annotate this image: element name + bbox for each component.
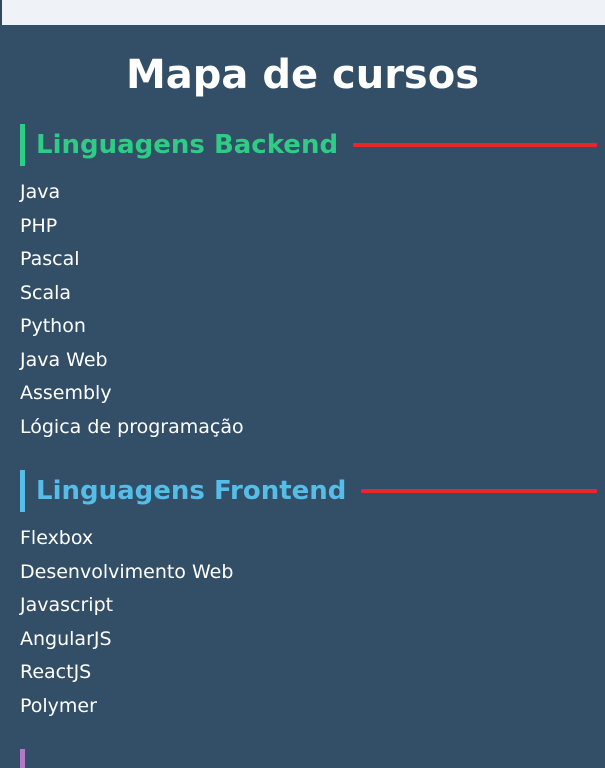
section-header-backend: Linguagens Backend xyxy=(0,124,605,166)
course-list-frontend: Flexbox Desenvolvimento Web Javascript A… xyxy=(0,522,605,723)
section-frontend: Linguagens Frontend Flexbox Desenvolvime… xyxy=(0,470,605,723)
list-item[interactable]: Desenvolvimento Web xyxy=(20,556,605,590)
list-item[interactable]: Javascript xyxy=(20,589,605,623)
list-item[interactable]: Java xyxy=(20,176,605,210)
course-list-backend: Java PHP Pascal Scala Python Java Web As… xyxy=(0,176,605,444)
browser-top-strip xyxy=(0,0,605,25)
accent-bar-icon xyxy=(20,124,25,166)
list-item[interactable]: Lógica de programação xyxy=(20,411,605,445)
list-item[interactable]: AngularJS xyxy=(20,623,605,657)
section-divider-rule xyxy=(353,143,597,147)
list-item[interactable]: Flexbox xyxy=(20,522,605,556)
list-item[interactable]: Polymer xyxy=(20,690,605,724)
list-item[interactable]: Pascal xyxy=(20,243,605,277)
accent-bar-icon xyxy=(20,749,25,768)
page-title: Mapa de cursos xyxy=(125,52,480,98)
section-divider-rule xyxy=(361,489,597,493)
section-header-frontend: Linguagens Frontend xyxy=(0,470,605,512)
list-item[interactable]: Python xyxy=(20,310,605,344)
list-item[interactable]: ReactJS xyxy=(20,656,605,690)
list-item[interactable]: Assembly xyxy=(20,377,605,411)
section-header-third xyxy=(0,749,605,768)
section-title-frontend: Linguagens Frontend xyxy=(36,476,347,506)
list-item[interactable]: Java Web xyxy=(20,344,605,378)
section-title-backend: Linguagens Backend xyxy=(36,130,339,160)
section-third-partial xyxy=(0,749,605,768)
section-backend: Linguagens Backend Java PHP Pascal Scala… xyxy=(0,124,605,444)
list-item[interactable]: PHP xyxy=(20,210,605,244)
course-map-page: Mapa de cursos Linguagens Backend Java P… xyxy=(0,25,605,768)
list-item[interactable]: Scala xyxy=(20,277,605,311)
accent-bar-icon xyxy=(20,470,25,512)
